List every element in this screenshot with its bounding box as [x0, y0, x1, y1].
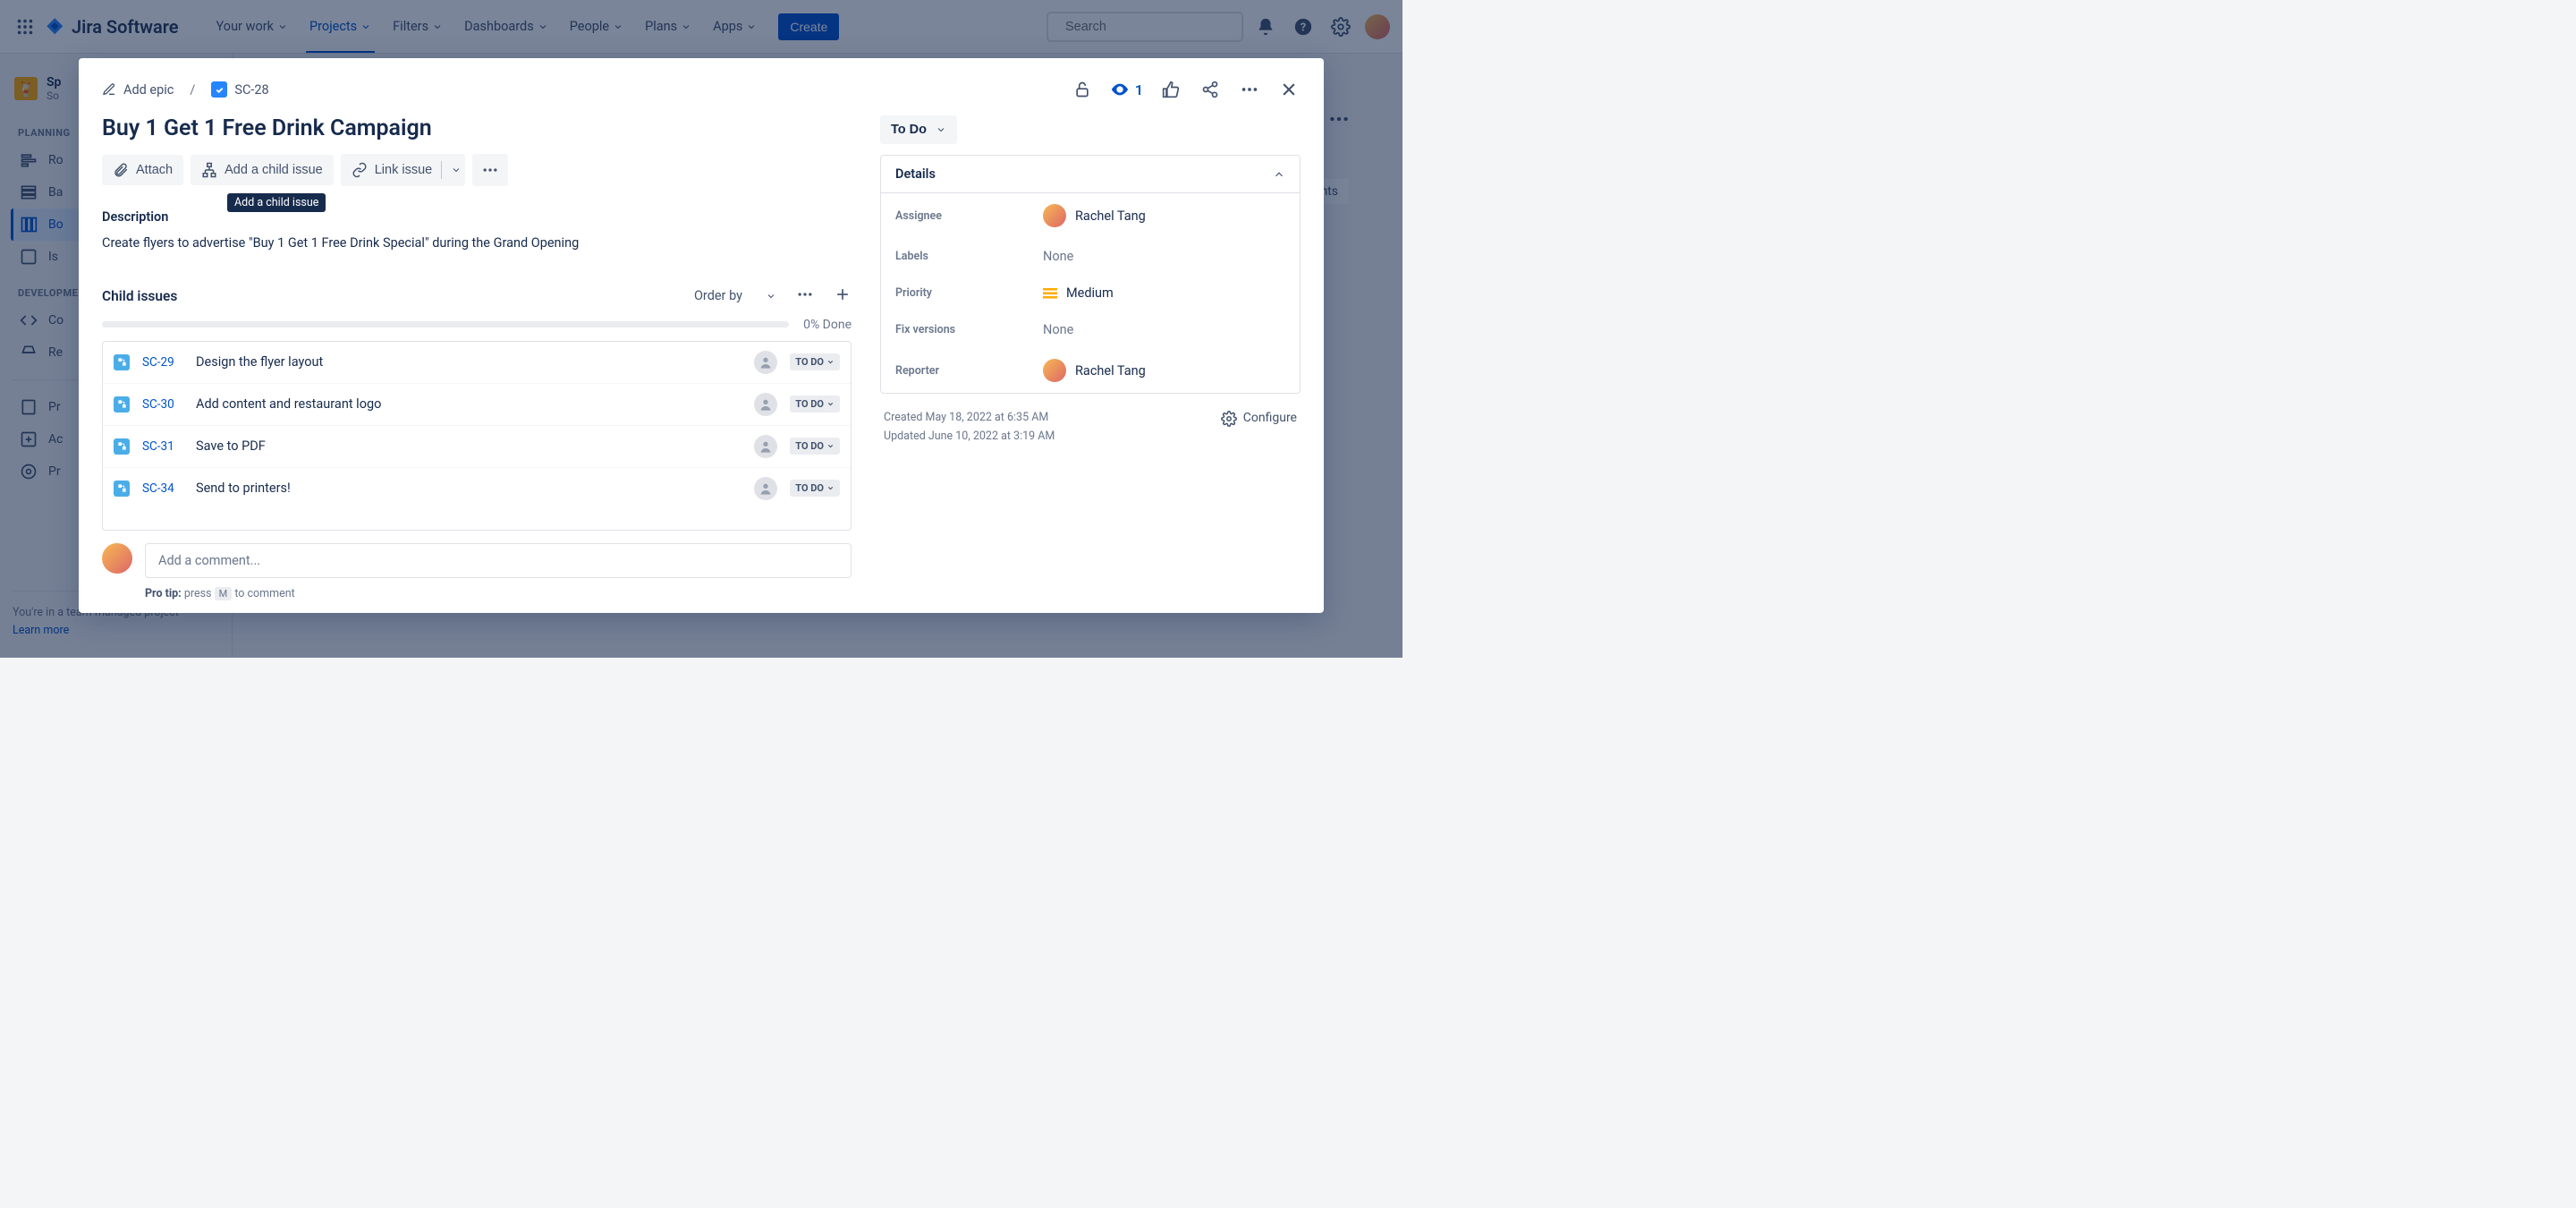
chevron-down-icon [451, 165, 462, 175]
add-child-issue-button[interactable]: Add a child issue [191, 155, 334, 185]
child-key-link[interactable]: SC-34 [142, 481, 183, 496]
reporter-avatar [1043, 359, 1066, 382]
child-issue-row[interactable]: SC-29 Design the flyer layout TO DO [103, 342, 851, 384]
share-icon[interactable] [1199, 78, 1222, 101]
unassigned-avatar[interactable] [754, 393, 777, 416]
child-issue-icon [201, 162, 217, 178]
details-toggle[interactable]: Details [881, 156, 1300, 193]
chevron-down-icon [936, 124, 946, 135]
task-icon [211, 81, 227, 98]
attach-button[interactable]: Attach [102, 155, 183, 185]
link-issue-button[interactable]: Link issue [341, 154, 465, 186]
chevron-down-icon [766, 291, 776, 302]
configure-button[interactable]: Configure [1221, 408, 1297, 430]
unassigned-avatar[interactable] [754, 435, 777, 458]
child-summary: Add content and restaurant logo [196, 396, 741, 412]
link-icon [352, 162, 368, 178]
child-summary: Send to printers! [196, 481, 741, 496]
gear-icon [1221, 411, 1237, 427]
updated-date: Updated June 10, 2022 at 3:19 AM [884, 427, 1055, 446]
child-issues-label: Child issues [102, 288, 177, 304]
subtask-icon [114, 396, 130, 413]
like-icon[interactable] [1159, 78, 1182, 101]
progress-label: 0% Done [803, 318, 852, 332]
child-issue-list: SC-29 Design the flyer layout TO DO SC-3… [102, 341, 852, 531]
subtask-icon [114, 481, 130, 497]
add-epic-button[interactable]: Add epic [102, 82, 174, 98]
child-issue-row[interactable]: SC-31 Save to PDF TO DO [103, 426, 851, 468]
unassigned-avatar[interactable] [754, 351, 777, 374]
subtask-icon [114, 354, 130, 370]
reporter-field[interactable]: Reporter Rachel Tang [881, 348, 1300, 393]
unassigned-avatar[interactable] [754, 477, 777, 500]
child-key-link[interactable]: SC-30 [142, 397, 183, 412]
child-status-chip[interactable]: TO DO [790, 438, 840, 455]
issue-title[interactable]: Buy 1 Get 1 Free Drink Campaign [102, 115, 852, 141]
edit-icon [102, 82, 116, 97]
details-panel: Details Assignee Rachel Tang Labels None… [880, 155, 1301, 394]
child-key-link[interactable]: SC-29 [142, 355, 183, 370]
priority-field[interactable]: Priority Medium [881, 275, 1300, 311]
comment-input[interactable]: Add a comment... [145, 543, 852, 578]
child-issue-row[interactable]: SC-34 Send to printers! TO DO [103, 468, 851, 509]
more-actions-icon[interactable] [1238, 78, 1261, 101]
status-dropdown[interactable]: To Do [880, 115, 957, 144]
subtask-icon [114, 438, 130, 455]
issue-modal: Add epic / SC-28 1 Buy 1 Get 1 Free Drin… [79, 58, 1324, 613]
watch-count: 1 [1135, 81, 1143, 98]
add-child-tooltip: Add a child issue [227, 193, 326, 212]
child-status-chip[interactable]: TO DO [790, 353, 840, 370]
child-issue-row[interactable]: SC-30 Add content and restaurant logo TO… [103, 384, 851, 426]
description-label: Description [102, 209, 852, 225]
child-status-chip[interactable]: TO DO [790, 396, 840, 413]
breadcrumb: Add epic / SC-28 [102, 81, 269, 98]
description-text[interactable]: Create flyers to advertise "Buy 1 Get 1 … [102, 234, 852, 253]
created-date: Created May 18, 2022 at 6:35 AM [884, 408, 1055, 427]
child-more-icon[interactable] [796, 285, 814, 307]
issue-key-link[interactable]: SC-28 [211, 81, 268, 98]
more-toolbar-icon[interactable] [472, 154, 508, 186]
eye-icon [1110, 80, 1130, 99]
assignee-field[interactable]: Assignee Rachel Tang [881, 193, 1300, 238]
order-by-dropdown[interactable]: Order by [694, 288, 776, 303]
priority-medium-icon [1043, 288, 1057, 299]
fix-versions-field[interactable]: Fix versions None [881, 311, 1300, 348]
watch-button[interactable]: 1 [1110, 80, 1143, 99]
add-child-icon[interactable] [834, 285, 852, 307]
assignee-avatar [1043, 204, 1066, 227]
attach-icon [113, 162, 129, 178]
progress-bar [102, 321, 789, 328]
lock-icon[interactable] [1071, 78, 1094, 101]
chevron-up-icon [1273, 168, 1285, 181]
child-summary: Save to PDF [196, 438, 741, 454]
current-user-avatar [102, 543, 132, 574]
labels-field[interactable]: Labels None [881, 238, 1300, 275]
child-status-chip[interactable]: TO DO [790, 480, 840, 497]
child-summary: Design the flyer layout [196, 354, 741, 370]
pro-tip-text: Pro tip: press M to comment [145, 587, 852, 600]
child-key-link[interactable]: SC-31 [142, 439, 183, 454]
close-icon[interactable] [1277, 78, 1301, 101]
